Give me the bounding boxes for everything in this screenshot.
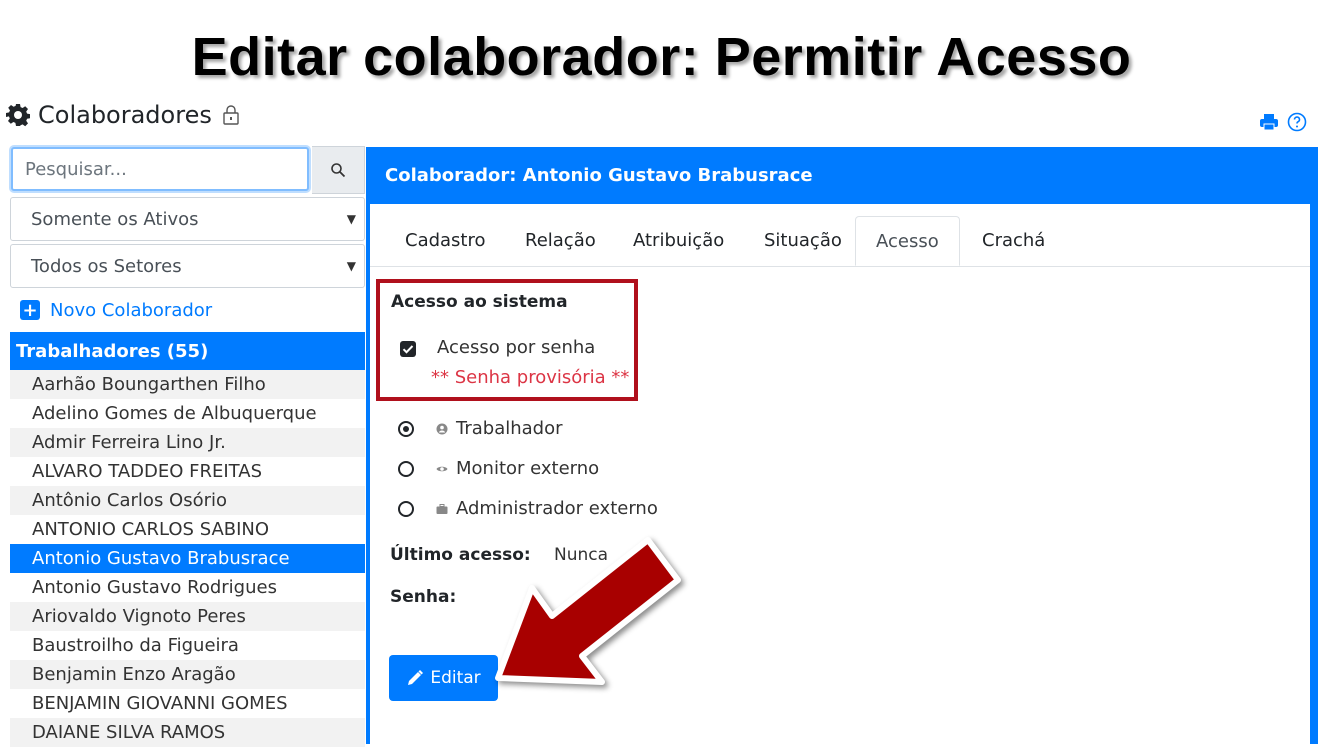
slide-title: Editar colaborador: Permitir Acesso <box>191 27 1132 87</box>
caret-down-icon: ▼ <box>346 212 356 226</box>
list-item[interactable]: Antonio Gustavo Rodrigues <box>10 573 365 602</box>
list-item[interactable]: DAIANE SILVA RAMOS <box>10 718 365 747</box>
list-item[interactable]: BENJAMIN GIOVANNI GOMES <box>10 689 365 718</box>
pencil-icon <box>408 670 424 685</box>
app-title: Colaboradores <box>38 101 212 129</box>
search-button[interactable] <box>312 146 365 194</box>
role-label: Monitor externo <box>456 458 600 479</box>
temporary-password-note: ** Senha provisória ** <box>431 367 630 388</box>
list-item[interactable]: Benjamin Enzo Aragão <box>10 660 365 689</box>
list-item[interactable]: Baustroilho da Figueira <box>10 631 365 660</box>
tab-cracha[interactable]: Crachá <box>962 216 1065 265</box>
user-circle-icon <box>436 423 448 434</box>
status-filter-select[interactable]: Somente os Ativos ▼ <box>10 197 365 241</box>
lock-icon[interactable] <box>222 105 240 125</box>
list-item[interactable]: Admir Ferreira Lino Jr. <box>10 428 365 457</box>
panel-title: Colaborador: Antonio Gustavo Brabusrace <box>385 165 813 186</box>
role-label: Trabalhador <box>456 418 563 439</box>
tab-cadastro[interactable]: Cadastro <box>385 216 506 265</box>
tab-acesso[interactable]: Acesso <box>855 216 960 266</box>
tab-relacao[interactable]: Relação <box>505 216 616 265</box>
password-access-checkbox[interactable] <box>400 341 416 357</box>
radio[interactable] <box>398 460 414 477</box>
new-collaborator-label: Novo Colaborador <box>50 299 213 321</box>
tab-situacao[interactable]: Situação <box>744 216 862 265</box>
search-icon <box>331 163 346 178</box>
workers-list: Aarhão Boungarthen Filho Adelino Gomes d… <box>10 370 365 747</box>
list-item[interactable]: Adelino Gomes de Albuquerque <box>10 399 365 428</box>
list-item[interactable]: ALVARO TADDEO FREITAS <box>10 457 365 486</box>
role-label: Administrador externo <box>456 498 658 519</box>
sidebar: Somente os Ativos ▼ Todos os Setores ▼ +… <box>10 146 365 747</box>
tab-atribuicao[interactable]: Atribuição <box>613 216 744 265</box>
list-item-selected[interactable]: Antonio Gustavo Brabusrace <box>10 544 365 573</box>
radio-selected[interactable] <box>398 420 414 437</box>
role-option-trabalhador[interactable]: Trabalhador <box>398 418 563 439</box>
password-access-label: Acesso por senha <box>437 337 596 358</box>
help-icon[interactable] <box>1287 112 1307 132</box>
app-header: Colaboradores <box>6 98 240 132</box>
access-highlight-box: Acesso ao sistema Acesso por senha ** Se… <box>376 279 638 401</box>
list-item[interactable]: Ariovaldo Vignoto Peres <box>10 602 365 631</box>
tab-bar: Cadastro Relação Atribuição Situação Ace… <box>370 204 1310 267</box>
role-option-admin[interactable]: Administrador externo <box>398 498 658 519</box>
sector-filter-select[interactable]: Todos os Setores ▼ <box>10 244 365 288</box>
list-item[interactable]: ANTONIO CARLOS SABINO <box>10 515 365 544</box>
plus-icon: + <box>20 300 40 321</box>
access-title: Acesso ao sistema <box>391 292 568 312</box>
briefcase-icon <box>436 503 448 514</box>
caret-down-icon: ▼ <box>346 259 356 273</box>
gear-icon <box>6 104 30 127</box>
annotation-arrow <box>495 537 681 685</box>
search-input[interactable] <box>11 147 309 191</box>
eye-icon <box>436 466 448 471</box>
list-item[interactable]: Antônio Carlos Osório <box>10 486 365 515</box>
workers-group-header[interactable]: Trabalhadores (55) <box>10 332 365 370</box>
sector-filter-value: Todos os Setores <box>31 255 182 277</box>
edit-label: Editar <box>430 668 481 688</box>
top-actions <box>1259 112 1307 132</box>
radio[interactable] <box>398 500 414 517</box>
new-collaborator-link[interactable]: + Novo Colaborador <box>10 290 365 330</box>
list-item[interactable]: Aarhão Boungarthen Filho <box>10 370 365 399</box>
check-icon <box>402 345 414 354</box>
password-label: Senha: <box>390 587 457 607</box>
role-option-monitor[interactable]: Monitor externo <box>398 458 599 479</box>
search-bar <box>10 146 365 194</box>
print-icon[interactable] <box>1259 112 1279 132</box>
status-filter-value: Somente os Ativos <box>31 208 199 230</box>
